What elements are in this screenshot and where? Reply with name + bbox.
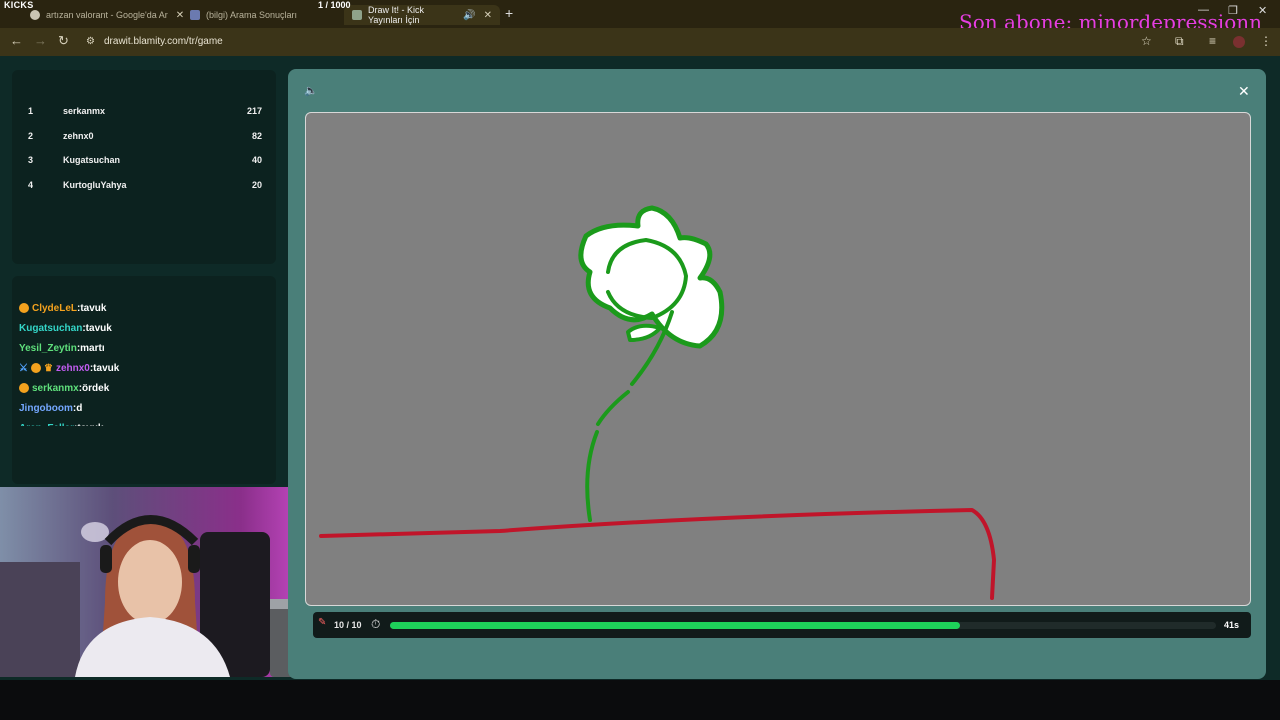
- chat-text: :d: [72, 402, 83, 414]
- profile-avatar[interactable]: [1233, 36, 1245, 48]
- streamer-webcam-image: [0, 487, 321, 677]
- player-score: 40: [251, 155, 262, 165]
- leaderboard-row: 1 serkanmx 217: [28, 106, 262, 122]
- close-tab-icon[interactable]: ✕: [176, 10, 184, 21]
- chat-text: :tavuk: [77, 302, 107, 314]
- player-score: 20: [251, 180, 262, 190]
- new-tab-button[interactable]: +: [505, 5, 513, 21]
- chat-username[interactable]: ClydeLeL: [32, 303, 77, 314]
- url-field[interactable]: drawit.blamity.com/tr/game: [104, 36, 223, 47]
- extensions-icon[interactable]: ⧉: [1175, 34, 1184, 49]
- player-name: KurtogluYahya: [63, 180, 127, 190]
- webcam-overlay: [0, 487, 321, 677]
- leaderboard-row: 3 Kugatsuchan 40: [28, 155, 262, 171]
- chat-text: :martı: [76, 342, 105, 354]
- timer-icon: ⏱: [371, 617, 381, 631]
- bookmark-star-icon[interactable]: ☆: [1141, 34, 1152, 48]
- player-name: serkanmx: [63, 106, 106, 116]
- back-icon[interactable]: ←: [10, 33, 23, 48]
- chat-username[interactable]: Yesil_Zeytin: [19, 343, 77, 354]
- player-name: zehnx0: [63, 131, 94, 141]
- forward-icon[interactable]: →: [34, 33, 47, 48]
- round-counter: 10 / 10: [334, 620, 362, 630]
- pencil-icon: ✎: [318, 617, 327, 628]
- chat-username[interactable]: Jingoboom: [19, 403, 73, 414]
- drawit-icon: [352, 10, 362, 20]
- sound-toggle-icon[interactable]: 🔈: [304, 84, 318, 97]
- chat-message: ClydeLeL:tavuk: [19, 298, 269, 318]
- tab-label: (bilgi) Arama Sonuçları: [206, 10, 298, 20]
- player-score: 217: [246, 106, 262, 116]
- google-icon: [30, 10, 40, 20]
- reload-icon[interactable]: ↻: [58, 33, 69, 49]
- audio-icon: 🔊: [463, 9, 476, 21]
- browser-tab[interactable]: artızan valorant - Google'da Ar ✕: [30, 5, 184, 25]
- time-bar-track: [390, 622, 1216, 629]
- chat-message: serkanmx:ördek: [19, 378, 269, 398]
- leaderboard-row: 4 KurtogluYahya 20: [28, 180, 262, 196]
- rank: 2: [28, 131, 34, 141]
- screen: artızan valorant - Google'da Ar ✕ (bilgi…: [0, 0, 1280, 720]
- player-score: 82: [251, 131, 262, 141]
- tab-label: artızan valorant - Google'da Ar: [46, 10, 168, 20]
- chat-username[interactable]: Aren_Feller: [19, 423, 74, 427]
- address-bar: ← → ↻ ⚙ drawit.blamity.com/tr/game ☆ ⧉ ≡…: [0, 28, 1280, 56]
- chat-username[interactable]: Kugatsuchan: [19, 323, 82, 334]
- stream-goal-counter: 1 / 1000: [318, 0, 351, 10]
- close-icon[interactable]: ✕: [1238, 83, 1250, 100]
- chat-username[interactable]: zehnx0: [56, 363, 90, 374]
- site-icon: [190, 10, 200, 20]
- chat-messages[interactable]: ClydeLeL:tavuk Kugatsuchan:tavuk Yesil_Zey…: [19, 298, 269, 426]
- time-left: 41s: [1224, 620, 1240, 630]
- site-info-icon[interactable]: ⚙: [86, 36, 95, 47]
- taskbar-strip: [0, 680, 1280, 720]
- crown-badge-icon: ♛: [43, 362, 53, 374]
- rank: 3: [28, 155, 34, 165]
- stream-channel-label: KICKS: [4, 0, 34, 10]
- chat-message: Kugatsuchan:tavuk: [19, 318, 269, 338]
- subscriber-badge-icon: [30, 363, 41, 373]
- moderator-badge-icon: ⚔: [19, 362, 28, 374]
- chat-text: :tavuk: [89, 362, 120, 374]
- drawing-canvas[interactable]: [305, 112, 1251, 606]
- leaderboard-row: 2 zehnx0 82: [28, 131, 262, 147]
- menu-icon[interactable]: ⋮: [1260, 34, 1272, 48]
- chat-text: :tavuk: [74, 423, 103, 427]
- subscriber-badge-icon: [19, 383, 29, 393]
- subscriber-badge-icon: [19, 303, 29, 313]
- rank: 1: [28, 106, 34, 116]
- chat-text: :tavuk: [82, 322, 112, 334]
- chat-text: :ördek: [78, 382, 110, 394]
- tab-label: Draw It! - Kick Yayınları İçin: [368, 5, 425, 25]
- player-name: Kugatsuchan: [63, 155, 121, 165]
- chat-message: Yesil_Zeytin:martı: [19, 338, 269, 358]
- time-bar-fill: [390, 622, 960, 629]
- chat-username[interactable]: serkanmx: [32, 383, 79, 394]
- rank: 4: [28, 180, 34, 190]
- media-icon[interactable]: ≡: [1209, 34, 1216, 48]
- close-tab-icon[interactable]: ✕: [484, 10, 492, 21]
- chat-message: Jingoboom:d: [19, 398, 269, 418]
- chat-message: Aren_Feller:tavuk: [19, 418, 269, 427]
- chat-message: ⚔ ♛ zehnx0:tavuk: [19, 358, 269, 378]
- browser-tab-active[interactable]: Draw It! - Kick Yayınları İçin 🔊 ✕: [344, 5, 500, 25]
